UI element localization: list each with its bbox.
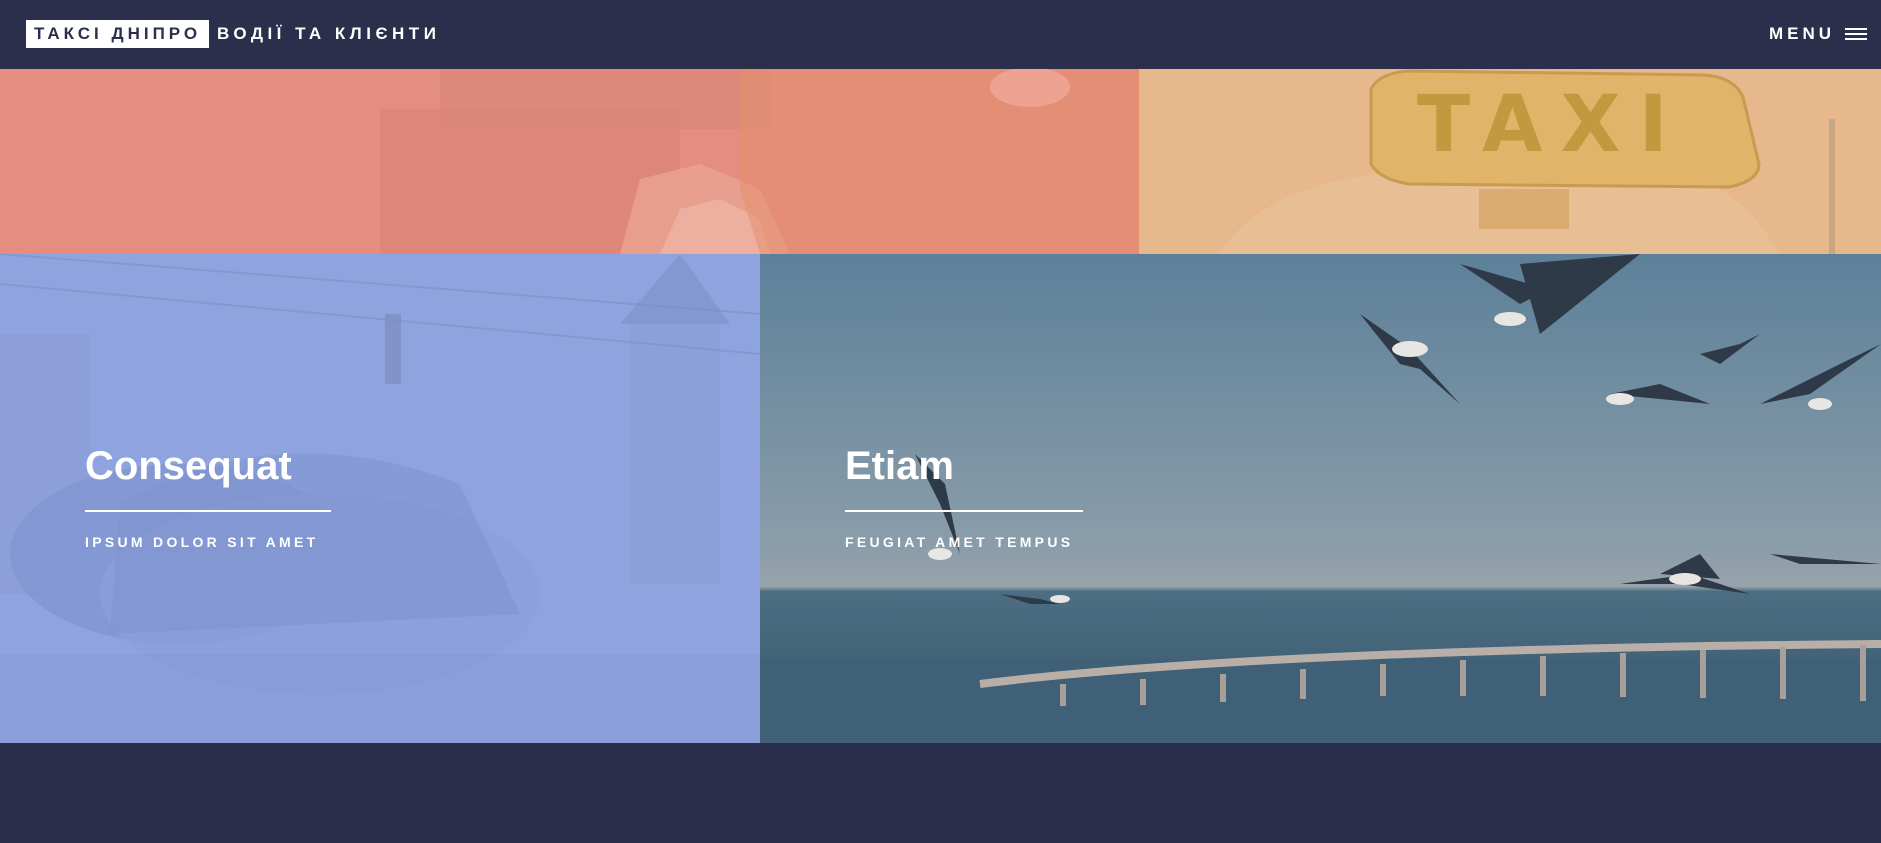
tile-caption: Etiam FEUGIAT AMET TEMPUS xyxy=(845,444,1083,550)
hamburger-icon[interactable] xyxy=(1845,28,1867,40)
divider xyxy=(845,510,1083,512)
site-logo[interactable]: ТАКСІ ДНІПРО xyxy=(26,20,210,48)
site-tagline: ВОДІЇ ТА КЛІЄНТИ xyxy=(217,24,441,43)
river-embankment-photo xyxy=(0,69,1139,254)
tile-seagulls-bridge[interactable]: Etiam FEUGIAT AMET TEMPUS xyxy=(760,254,1881,743)
taxi-sign-text: TAXI xyxy=(1417,80,1686,170)
site-header: ТАКСІ ДНІПРО ВОДІЇ ТА КЛІЄНТИ MENU xyxy=(0,0,1881,69)
tile-title[interactable]: Consequat xyxy=(85,444,331,488)
menu-label[interactable]: MENU xyxy=(1769,24,1835,44)
tile-subtitle: FEUGIAT AMET TEMPUS xyxy=(845,534,1074,550)
tile-river-embankment[interactable] xyxy=(0,69,1139,254)
tile-caption: Consequat IPSUM DOLOR SIT AMET xyxy=(85,444,331,550)
menu-button[interactable]: MENU xyxy=(1769,20,1867,48)
tile-subtitle: IPSUM DOLOR SIT AMET xyxy=(85,534,319,550)
tile-title[interactable]: Etiam xyxy=(845,444,1083,488)
taxi-sign-photo: TAXI xyxy=(1139,69,1881,254)
tile-taxi-sign[interactable]: TAXI xyxy=(1139,69,1881,254)
tile-city-street[interactable]: Consequat IPSUM DOLOR SIT AMET xyxy=(0,254,760,743)
footer-band xyxy=(0,743,1881,843)
divider xyxy=(85,510,331,512)
